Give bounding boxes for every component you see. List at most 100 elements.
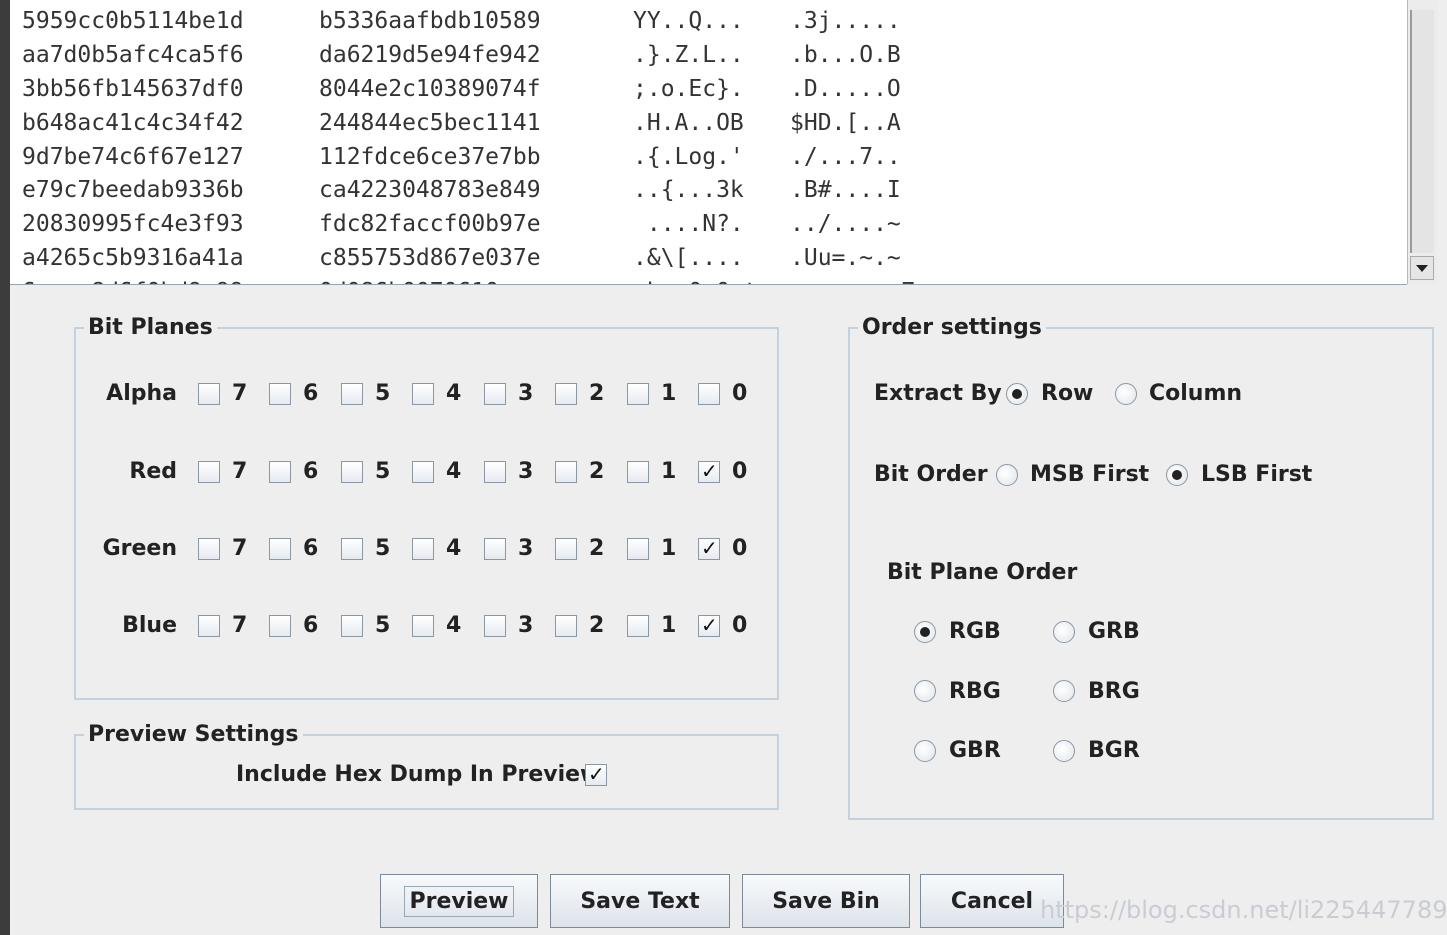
green-bit-3-label[interactable]: 3 — [518, 536, 533, 562]
alpha-bit-7-label[interactable]: 7 — [232, 381, 247, 407]
blue-bit-4-label[interactable]: 4 — [446, 613, 461, 639]
msb-first-label[interactable]: MSB First — [1030, 462, 1149, 488]
blue-bit-6-checkbox[interactable] — [269, 615, 291, 637]
plane-order-brg-label[interactable]: BRG — [1088, 679, 1140, 705]
green-bit-2-checkbox[interactable] — [555, 538, 577, 560]
green-bit-4-label[interactable]: 4 — [446, 536, 461, 562]
extract-row-label[interactable]: Row — [1041, 381, 1093, 407]
red-bit-7-checkbox[interactable] — [198, 461, 220, 483]
lsb-first-label[interactable]: LSB First — [1201, 462, 1312, 488]
vertical-scrollbar[interactable] — [1407, 0, 1437, 284]
blue-bit-7-checkbox[interactable] — [198, 615, 220, 637]
blue-bit-0-label[interactable]: 0 — [732, 613, 747, 639]
red-bit-5-label[interactable]: 5 — [375, 459, 390, 485]
ascii-col-1: YY..Q... — [633, 8, 744, 34]
plane-order-bgr-radio[interactable] — [1053, 740, 1075, 762]
red-bit-3-checkbox[interactable] — [484, 461, 506, 483]
green-bit-0-checkbox[interactable] — [698, 536, 720, 560]
red-bit-5-checkbox[interactable] — [341, 461, 363, 483]
plane-order-grb-radio[interactable] — [1053, 621, 1075, 643]
blue-bit-6-label[interactable]: 6 — [303, 613, 318, 639]
alpha-bit-2-checkbox[interactable] — [555, 383, 577, 405]
plane-order-rgb-label[interactable]: RGB — [949, 619, 1001, 645]
alpha-bit-5-label[interactable]: 5 — [375, 381, 390, 407]
alpha-bit-0-label[interactable]: 0 — [732, 381, 747, 407]
green-bit-7-checkbox[interactable] — [198, 538, 220, 560]
blue-bit-3-label[interactable]: 3 — [518, 613, 533, 639]
alpha-bit-1-label[interactable]: 1 — [661, 381, 676, 407]
plane-order-gbr-label[interactable]: GBR — [949, 738, 1001, 764]
preview-button[interactable]: Preview — [380, 874, 538, 928]
scrollbar-thumb[interactable] — [1410, 10, 1434, 253]
bit-planes-title: Bit Planes — [84, 315, 217, 341]
hex-col-2: 244844ec5bec1141 — [319, 110, 541, 136]
blue-bit-2-label[interactable]: 2 — [589, 613, 604, 639]
channel-label-red: Red — [129, 459, 177, 484]
alpha-bit-1-checkbox[interactable] — [627, 383, 649, 405]
blue-bit-5-checkbox[interactable] — [341, 615, 363, 637]
red-bit-1-checkbox[interactable] — [627, 461, 649, 483]
red-bit-7-label[interactable]: 7 — [232, 459, 247, 485]
alpha-bit-4-checkbox[interactable] — [412, 383, 434, 405]
green-bit-3-checkbox[interactable] — [484, 538, 506, 560]
red-bit-4-checkbox[interactable] — [412, 461, 434, 483]
red-bit-4-label[interactable]: 4 — [446, 459, 461, 485]
red-bit-6-label[interactable]: 6 — [303, 459, 318, 485]
plane-order-rbg-label[interactable]: RBG — [949, 679, 1001, 705]
green-bit-4-checkbox[interactable] — [412, 538, 434, 560]
blue-bit-5-label[interactable]: 5 — [375, 613, 390, 639]
red-bit-3-label[interactable]: 3 — [518, 459, 533, 485]
alpha-bit-0-checkbox[interactable] — [698, 383, 720, 405]
blue-bit-3-checkbox[interactable] — [484, 615, 506, 637]
blue-bit-2-checkbox[interactable] — [555, 615, 577, 637]
alpha-bit-5-checkbox[interactable] — [341, 383, 363, 405]
green-bit-5-label[interactable]: 5 — [375, 536, 390, 562]
red-bit-1-label[interactable]: 1 — [661, 459, 676, 485]
alpha-bit-6-checkbox[interactable] — [269, 383, 291, 405]
green-bit-1-checkbox[interactable] — [627, 538, 649, 560]
save-text-button[interactable]: Save Text — [550, 874, 730, 928]
red-bit-6-checkbox[interactable] — [269, 461, 291, 483]
include-hex-dump-checkbox[interactable] — [585, 762, 607, 786]
alpha-bit-3-label[interactable]: 3 — [518, 381, 533, 407]
alpha-bit-4-label[interactable]: 4 — [446, 381, 461, 407]
plane-order-bgr-label[interactable]: BGR — [1088, 738, 1140, 764]
order-settings-title: Order settings — [858, 315, 1046, 341]
green-bit-0-label[interactable]: 0 — [732, 536, 747, 562]
plane-order-rgb-radio[interactable] — [914, 621, 936, 643]
hex-col-2: 0d086b0070610... — [319, 275, 541, 284]
plane-order-gbr-radio[interactable] — [914, 740, 936, 762]
scroll-down-arrow-icon[interactable] — [1410, 256, 1434, 280]
plane-order-grb-label[interactable]: GRB — [1088, 619, 1140, 645]
green-bit-6-checkbox[interactable] — [269, 538, 291, 560]
alpha-bit-3-checkbox[interactable] — [484, 383, 506, 405]
green-bit-1-label[interactable]: 1 — [661, 536, 676, 562]
lsb-first-radio[interactable] — [1166, 464, 1188, 486]
plane-order-rbg-radio[interactable] — [914, 680, 936, 702]
blue-bit-1-label[interactable]: 1 — [661, 613, 676, 639]
red-bit-0-label[interactable]: 0 — [732, 459, 747, 485]
green-bit-2-label[interactable]: 2 — [589, 536, 604, 562]
blue-bit-0-checkbox[interactable] — [698, 613, 720, 637]
hex-preview-area[interactable]: 5959cc0b5114be1d b5336aafbdb10589 YY..Q.… — [10, 0, 1407, 285]
blue-bit-7-label[interactable]: 7 — [232, 613, 247, 639]
green-bit-6-label[interactable]: 6 — [303, 536, 318, 562]
extract-column-radio[interactable] — [1115, 383, 1137, 405]
ascii-col-2: ./...7.. — [790, 144, 901, 170]
alpha-bit-2-label[interactable]: 2 — [589, 381, 604, 407]
blue-bit-4-checkbox[interactable] — [412, 615, 434, 637]
plane-order-brg-radio[interactable] — [1053, 680, 1075, 702]
extract-row-radio[interactable] — [1006, 383, 1028, 405]
msb-first-radio[interactable] — [996, 464, 1018, 486]
red-bit-0-checkbox[interactable] — [698, 459, 720, 483]
green-bit-7-label[interactable]: 7 — [232, 536, 247, 562]
alpha-bit-7-checkbox[interactable] — [198, 383, 220, 405]
green-bit-5-checkbox[interactable] — [341, 538, 363, 560]
save-bin-button[interactable]: Save Bin — [742, 874, 910, 928]
red-bit-2-checkbox[interactable] — [555, 461, 577, 483]
blue-bit-1-checkbox[interactable] — [627, 615, 649, 637]
preview-button-label: Preview — [404, 885, 514, 917]
alpha-bit-6-label[interactable]: 6 — [303, 381, 318, 407]
red-bit-2-label[interactable]: 2 — [589, 459, 604, 485]
extract-column-label[interactable]: Column — [1149, 381, 1242, 407]
